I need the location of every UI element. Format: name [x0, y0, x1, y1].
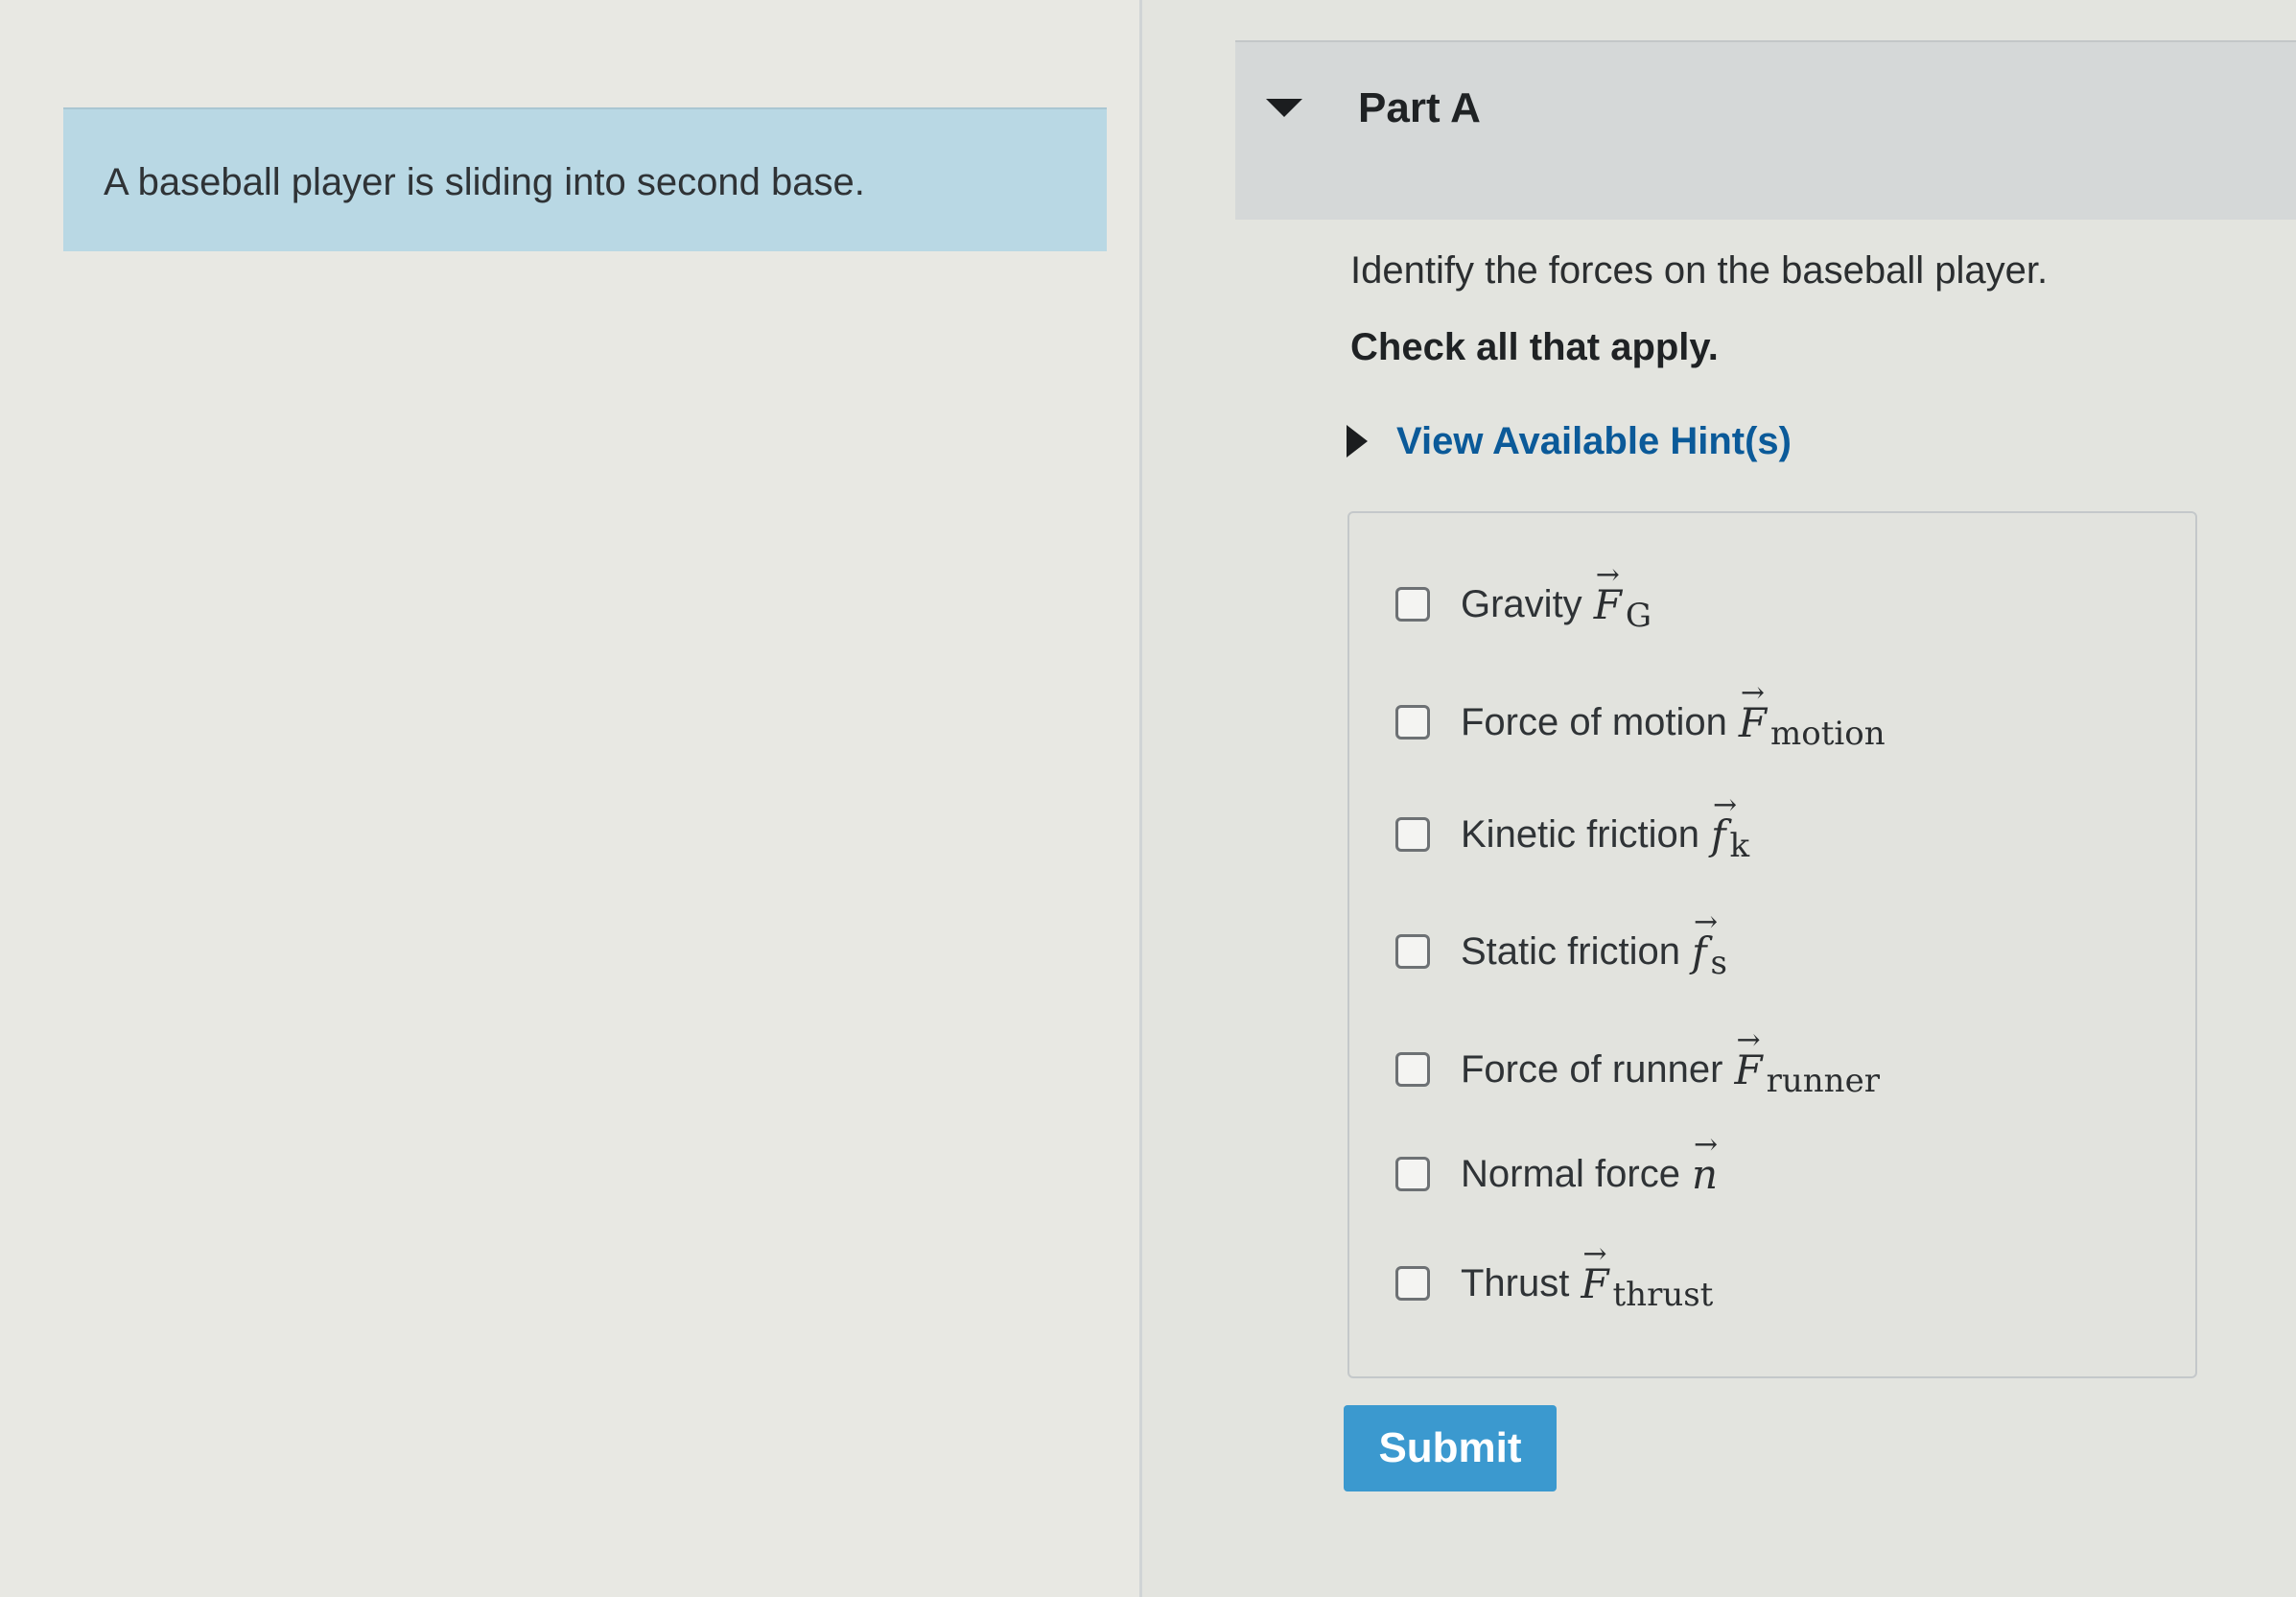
vector-symbol: → F	[1593, 557, 1622, 628]
choice-label: Gravity	[1461, 582, 1582, 625]
choice-gravity[interactable]: Gravity → F G	[1395, 557, 1652, 638]
checkbox[interactable]	[1395, 587, 1430, 622]
choice-force-of-motion[interactable]: Force of motion → F motion	[1395, 675, 1886, 756]
vector-subscript: motion	[1770, 715, 1886, 753]
vector-symbol: → F	[1738, 675, 1768, 746]
choice-label: Kinetic friction	[1461, 812, 1699, 856]
vector-symbol: → n	[1691, 1127, 1719, 1198]
part-title[interactable]: Part A	[1358, 84, 1481, 132]
problem-statement: A baseball player is sliding into second…	[104, 161, 865, 203]
question-instruction: Check all that apply.	[1350, 326, 1719, 368]
choice-label: Force of runner	[1461, 1047, 1723, 1091]
checkbox[interactable]	[1395, 817, 1430, 852]
vector-subscript: G	[1625, 597, 1652, 635]
submit-button[interactable]: Submit	[1344, 1405, 1557, 1491]
checkbox[interactable]	[1395, 1052, 1430, 1087]
choice-force-of-runner[interactable]: Force of runner → F runner	[1395, 1022, 1880, 1103]
choice-static-friction[interactable]: Static friction → f s	[1395, 904, 1727, 985]
checkbox[interactable]	[1395, 705, 1430, 740]
vector-subscript: k	[1729, 827, 1750, 865]
problem-pane: A baseball player is sliding into second…	[0, 0, 1139, 1597]
vector-symbol: → F	[1734, 1022, 1763, 1093]
problem-statement-box: A baseball player is sliding into second…	[63, 107, 1107, 251]
caret-down-icon[interactable]	[1266, 99, 1302, 117]
choice-label: Static friction	[1461, 929, 1680, 973]
answer-choices: Gravity → F G Force of motion → F motion K…	[1347, 511, 2197, 1378]
choice-label: Normal force	[1461, 1152, 1680, 1195]
checkbox[interactable]	[1395, 1266, 1430, 1301]
choice-thrust[interactable]: Thrust → F thrust	[1395, 1236, 1714, 1317]
checkbox[interactable]	[1395, 1157, 1430, 1191]
vector-symbol: → f	[1691, 904, 1719, 975]
choice-label: Force of motion	[1461, 700, 1727, 743]
vector-subscript: thrust	[1612, 1276, 1714, 1314]
vector-symbol: → F	[1581, 1236, 1609, 1307]
choice-label: Thrust	[1461, 1261, 1570, 1304]
question-prompt: Identify the forces on the baseball play…	[1350, 249, 2049, 292]
caret-right-icon	[1347, 425, 1368, 458]
checkbox[interactable]	[1395, 934, 1430, 969]
choice-kinetic-friction[interactable]: Kinetic friction → f k	[1395, 787, 1750, 868]
view-hints-label: View Available Hint(s)	[1396, 419, 1792, 462]
choice-normal-force[interactable]: Normal force → n	[1395, 1127, 1722, 1208]
view-hints-link[interactable]: View Available Hint(s)	[1347, 414, 1792, 468]
vector-symbol: → f	[1710, 787, 1738, 858]
vector-subscript: runner	[1766, 1062, 1880, 1100]
vector-subscript: s	[1710, 944, 1727, 982]
